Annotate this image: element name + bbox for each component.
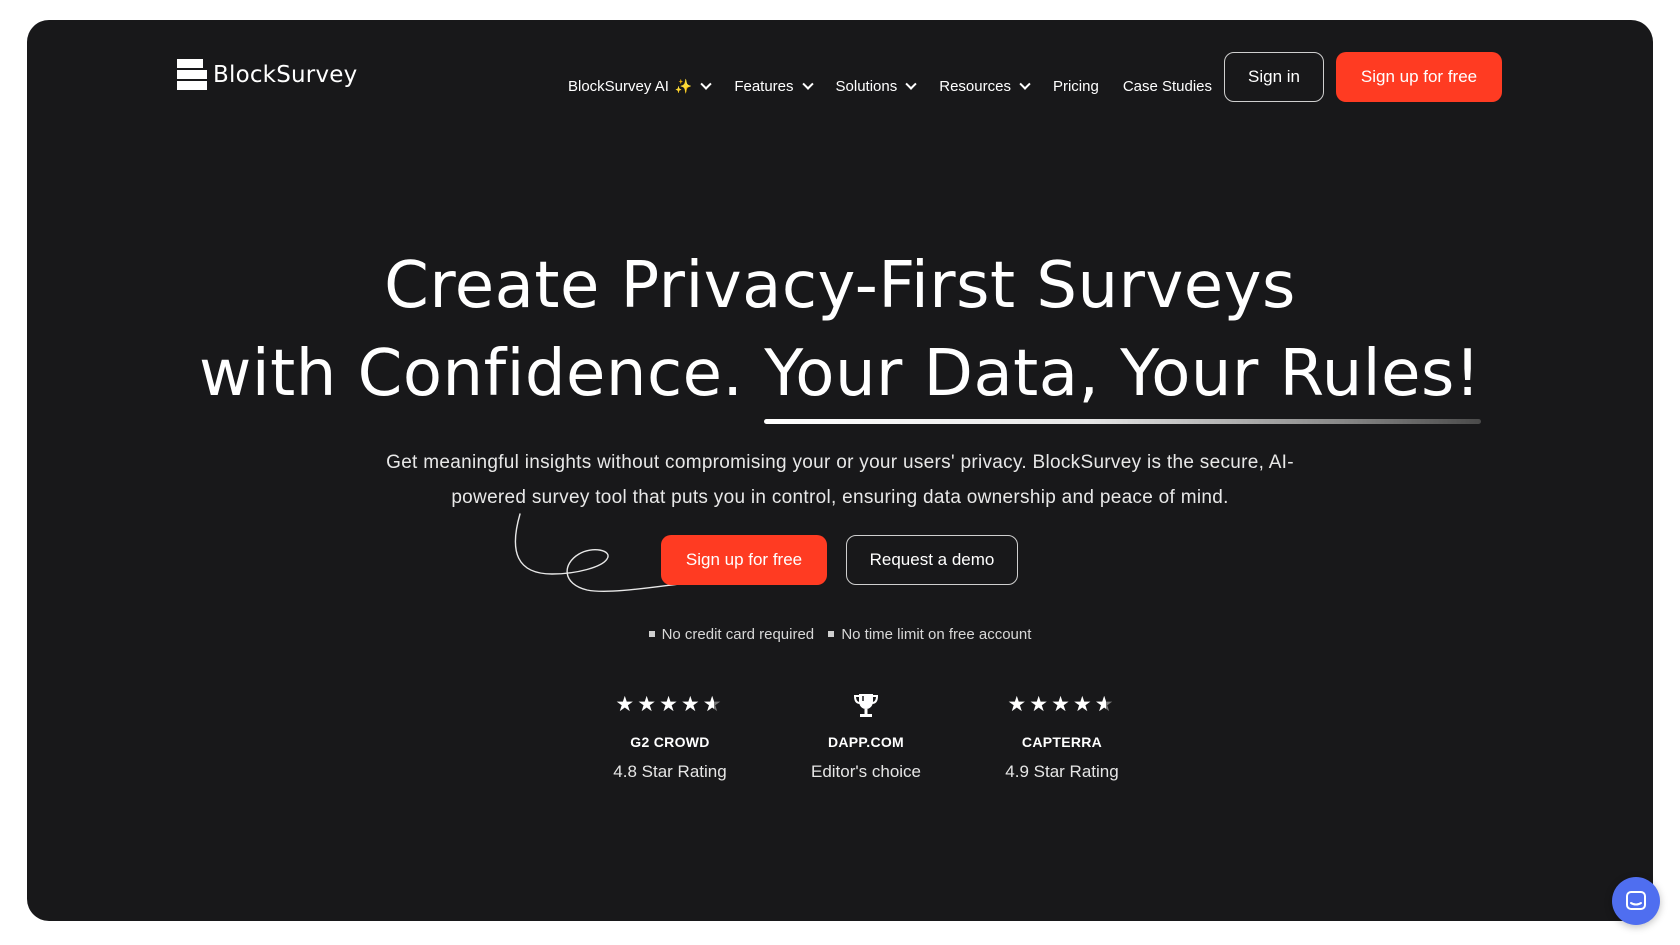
brand-name: BlockSurvey xyxy=(213,62,358,88)
chat-launcher-button[interactable] xyxy=(1612,877,1660,925)
nav-item-pricing[interactable]: Pricing xyxy=(1053,78,1099,95)
rating-label: 4.9 Star Rating xyxy=(1005,762,1119,781)
headline-highlight: Your Data, Your Rules! xyxy=(764,330,1481,424)
rating-source: DAPP.COM xyxy=(827,734,905,750)
stars-icon: ★★★★★ xyxy=(964,690,1160,720)
squiggle-arrow-icon xyxy=(514,513,680,592)
chevron-down-icon xyxy=(700,78,712,90)
headline-underline xyxy=(764,419,1481,424)
trophy-icon xyxy=(768,690,964,720)
nav-item-blocksurvey-ai[interactable]: BlockSurvey AI ✨ xyxy=(568,78,712,95)
stars-icon: ★★★★★ xyxy=(572,690,768,720)
nav-menu: BlockSurvey AI ✨ Features Solutions Reso… xyxy=(568,78,1236,95)
brand-logo[interactable]: BlockSurvey xyxy=(177,59,357,91)
hero-card: BlockSurvey BlockSurvey AI ✨ Features So… xyxy=(27,20,1653,921)
nav-sign-up-button[interactable]: Sign up for free xyxy=(1336,52,1502,102)
logo-mark-icon xyxy=(177,59,207,91)
nav-item-label: Features xyxy=(734,78,794,95)
sparkle-icon: ✨ xyxy=(674,78,693,94)
hero-sign-up-button[interactable]: Sign up for free xyxy=(661,535,827,585)
top-nav: BlockSurvey BlockSurvey AI ✨ Features So… xyxy=(27,20,1653,135)
signup-notes: No credit card required No time limit on… xyxy=(27,624,1653,643)
note-no-time-limit: No time limit on free account xyxy=(828,626,1031,643)
nav-item-features[interactable]: Features xyxy=(734,78,814,95)
hero-headline: Create Privacy-First Surveys with Confid… xyxy=(27,242,1653,424)
bullet-square-icon xyxy=(828,631,835,637)
nav-item-case-studies[interactable]: Case Studies xyxy=(1123,78,1212,95)
chevron-down-icon xyxy=(801,78,814,90)
nav-item-label: Solutions xyxy=(835,78,898,95)
request-demo-button[interactable]: Request a demo xyxy=(846,535,1018,585)
chevron-down-icon xyxy=(905,78,917,90)
rating-source: CAPTERRA xyxy=(1021,734,1103,750)
headline-line-1: Create Privacy-First Surveys xyxy=(384,249,1296,323)
rating-label: 4.8 Star Rating xyxy=(613,762,727,781)
headline-line-2: with Confidence. Your Data, Your Rules! xyxy=(27,330,1653,424)
chevron-down-icon xyxy=(1019,78,1031,90)
note-no-credit-card: No credit card required xyxy=(648,626,814,643)
rating-capterra: ★★★★★ CAPTERRA 4.9 Star Rating xyxy=(964,690,1160,782)
headline-plain: with Confidence. xyxy=(199,337,765,411)
rating-g2: ★★★★★ G2 CROWD 4.8 Star Rating xyxy=(572,690,768,782)
bullet-square-icon xyxy=(648,631,655,637)
rating-dapp: DAPP.COM Editor's choice xyxy=(768,690,964,782)
ratings-row: ★★★★★ G2 CROWD 4.8 Star Rating DAPP.COM … xyxy=(572,690,1160,782)
rating-source: G2 CROWD xyxy=(630,734,710,750)
hero-subtitle: Get meaningful insights without compromi… xyxy=(386,452,1294,508)
chat-icon xyxy=(1626,891,1646,910)
nav-item-label: Resources xyxy=(939,78,1011,95)
sign-in-button[interactable]: Sign in xyxy=(1224,52,1324,102)
nav-item-resources[interactable]: Resources xyxy=(939,78,1031,95)
rating-label: Editor's choice xyxy=(810,762,922,781)
nav-item-label: Case Studies xyxy=(1122,78,1213,95)
nav-item-label: BlockSurvey AI xyxy=(568,78,669,95)
nav-item-label: Pricing xyxy=(1052,78,1099,95)
nav-item-solutions[interactable]: Solutions xyxy=(835,78,917,95)
